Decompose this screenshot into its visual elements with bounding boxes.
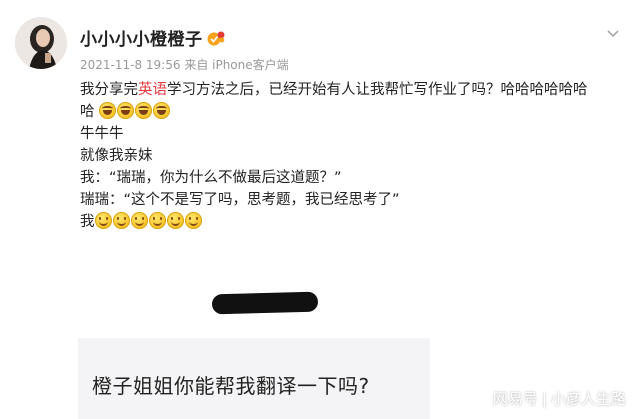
smile-emoji-icon xyxy=(112,212,130,229)
watermark-separator: | xyxy=(541,390,547,408)
laugh-emoji-icon xyxy=(99,102,117,119)
post-line: 我分享完英语学习方法之后，已经开始有人让我帮忙写作业了吗？哈哈哈哈哈哈 xyxy=(80,79,625,101)
post-meta: 2021-11-8 19:56 来自 iPhone客户端 xyxy=(80,58,289,72)
watermark-author: 小彦人生路 xyxy=(550,390,626,408)
post-line: 瑞瑞：“这个不是写了吗，思考题，我已经思考了” xyxy=(80,192,400,208)
post-line: 我 xyxy=(80,211,625,233)
post-text: 哈 xyxy=(80,104,95,120)
post-line: 哈 xyxy=(80,101,625,123)
post-line: 我：“瑞瑞，你为什么不做最后这道题？” xyxy=(80,170,342,186)
verified-badge-icon xyxy=(206,30,226,46)
post-text: 我 xyxy=(80,214,95,230)
post-line: 牛牛牛 xyxy=(80,126,124,142)
watermark: 网易号 | 小彦人生路 xyxy=(493,388,626,409)
username[interactable]: 小小小小橙橙子 xyxy=(80,25,203,50)
post-body: 我分享完英语学习方法之后，已经开始有人让我帮忙写作业了吗？哈哈哈哈哈哈 哈 牛牛… xyxy=(80,79,625,233)
laugh-emoji-icon xyxy=(135,102,153,119)
watermark-source: 网易号 xyxy=(492,390,538,408)
redaction-mark xyxy=(211,291,319,315)
smile-emoji-icon xyxy=(130,212,148,229)
highlight-link[interactable]: 英语 xyxy=(138,82,167,98)
post-text: 学习方法之后，已经开始有人让我帮忙写作业了吗？哈哈哈哈哈哈 xyxy=(167,82,588,98)
smile-emoji-icon xyxy=(184,212,202,229)
post-text: 我分享完 xyxy=(80,82,138,98)
image-caption-text: 橙子姐姐你能帮我翻译一下吗? xyxy=(92,374,370,398)
smile-emoji-icon xyxy=(148,212,166,229)
laugh-emoji-icon xyxy=(117,102,135,119)
laugh-emoji-icon xyxy=(153,102,171,119)
smile-emoji-icon xyxy=(166,212,184,229)
post-line: 就像我亲妹 xyxy=(80,148,153,164)
chevron-down-icon[interactable] xyxy=(606,26,620,42)
avatar[interactable] xyxy=(15,17,67,69)
smile-emoji-icon xyxy=(94,212,112,229)
